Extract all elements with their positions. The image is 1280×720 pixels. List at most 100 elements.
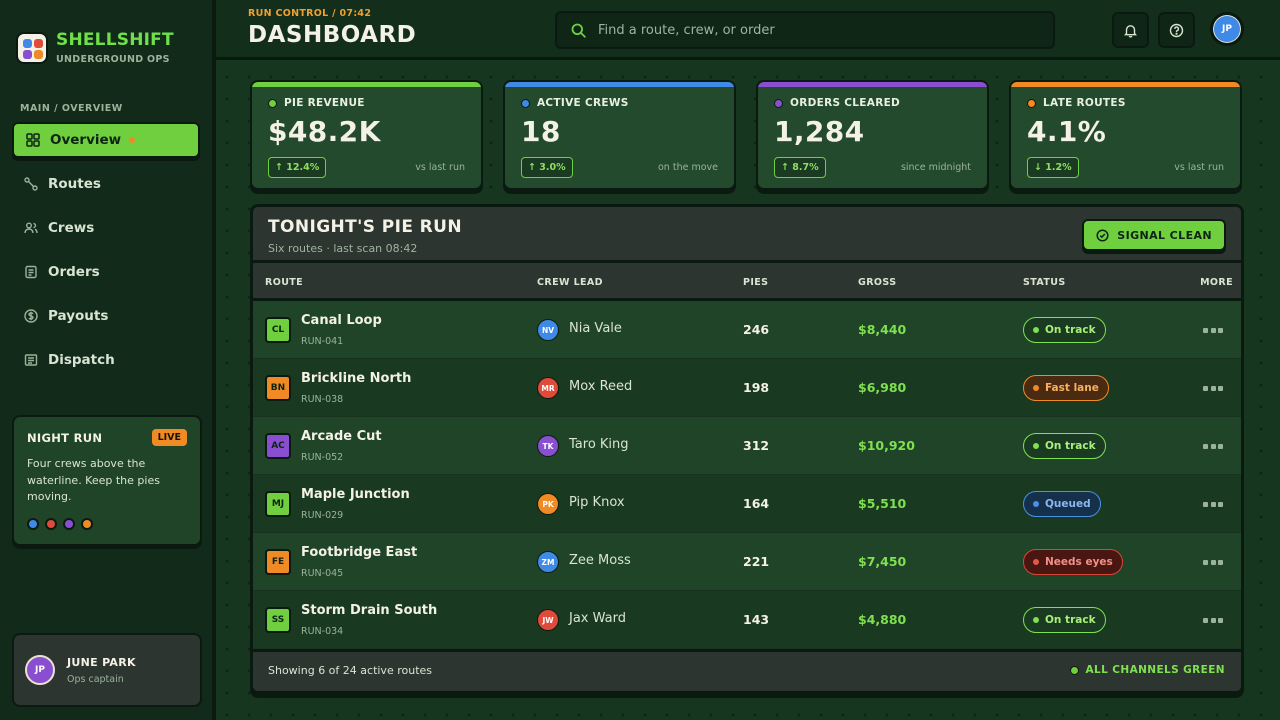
- more-options-icon[interactable]: [1203, 613, 1223, 627]
- user-name: JUNE PARK: [67, 655, 136, 669]
- bell-icon: [1124, 24, 1137, 38]
- panel-subtitle: Six routes · last scan 08:42: [268, 242, 418, 255]
- kpi-accent-bar: [1011, 82, 1240, 87]
- status-badge: On track: [1023, 607, 1106, 633]
- column-header-status[interactable]: STATUS: [1023, 277, 1066, 288]
- table-row[interactable]: FE Footbridge East RUN-045 ZM Zee Moss 221 $7,…: [253, 533, 1241, 591]
- crew-avatar: TK: [537, 435, 559, 457]
- kpi-accent-bar: [252, 82, 481, 87]
- check-circle-icon: [1096, 228, 1109, 242]
- status-dot-icon: [1033, 501, 1039, 507]
- kpi-card-active-crews: ACTIVE CREWS 18 ↑ 3.0% on the move: [503, 80, 736, 190]
- route-name[interactable]: Footbridge East: [301, 545, 417, 560]
- route-name[interactable]: Storm Drain South: [301, 603, 437, 618]
- kpi-value: $48.2K: [268, 115, 381, 148]
- kpi-label: ORDERS CLEARED: [790, 97, 901, 109]
- sidebar-item-overview[interactable]: Overview: [12, 122, 200, 158]
- crew-lead-name: Zee Moss: [569, 553, 631, 568]
- sidebar-item-label: Overview: [50, 132, 122, 148]
- kpi-note: vs last run: [1174, 162, 1224, 173]
- panel-header: TONIGHT'S PIE RUN Six routes · last scan…: [253, 207, 1241, 263]
- gross-value: $4,880: [858, 612, 907, 627]
- brand[interactable]: SHELLSHIFT UNDERGROUND OPS: [12, 0, 200, 65]
- kpi-label: LATE ROUTES: [1043, 97, 1126, 109]
- users-icon: [24, 221, 38, 235]
- status-dot-icon: [1033, 385, 1039, 391]
- table-row[interactable]: CL Canal Loop RUN-041 NV Nia Vale 246 $8,440 On…: [253, 301, 1241, 359]
- brand-logo-icon: [16, 31, 48, 64]
- route-code-badge: MJ: [265, 491, 291, 517]
- column-header-gross[interactable]: GROSS: [858, 277, 896, 288]
- crew-dot-icon: [81, 517, 93, 530]
- status-dot-icon: [1069, 665, 1079, 675]
- status-label: On track: [1045, 324, 1096, 336]
- sidebar-item-label: Dispatch: [48, 352, 115, 368]
- status-label: On track: [1045, 614, 1096, 626]
- kpi-value: 18: [521, 115, 561, 148]
- status-dot-icon: [1033, 443, 1039, 449]
- route-code-badge: SS: [265, 607, 291, 633]
- route-name[interactable]: Maple Junction: [301, 487, 410, 502]
- status-badge: Queued: [1023, 491, 1101, 517]
- column-header-pies[interactable]: PIES: [743, 277, 768, 288]
- help-icon: [1169, 23, 1184, 37]
- sidebar-item-dispatch[interactable]: Dispatch: [12, 342, 200, 378]
- signal-clean-button[interactable]: SIGNAL CLEAN: [1082, 219, 1226, 251]
- crew-avatar: MR: [537, 377, 559, 399]
- status-badge: Fast lane: [1023, 375, 1109, 401]
- column-header-route[interactable]: ROUTE: [265, 277, 303, 288]
- column-header-crew-lead[interactable]: CREW LEAD: [537, 277, 603, 288]
- live-badge: LIVE: [151, 429, 187, 446]
- status-label: Fast lane: [1045, 382, 1099, 394]
- more-options-icon[interactable]: [1203, 555, 1223, 569]
- user-card[interactable]: JP JUNE PARK Ops captain: [12, 633, 202, 707]
- sidebar-item-orders[interactable]: Orders: [12, 254, 200, 290]
- night-run-text: Four crews above the waterline. Keep the…: [27, 457, 160, 503]
- table-row[interactable]: BN Brickline North RUN-038 MR Mox Reed 198 $6,…: [253, 359, 1241, 417]
- topbar: RUN CONTROL / 07:42 DASHBOARD JP: [216, 0, 1280, 60]
- kpi-delta-badge: ↑ 3.0%: [521, 157, 573, 178]
- sidebar-item-payouts[interactable]: Payouts: [12, 298, 200, 334]
- more-options-icon[interactable]: [1203, 323, 1223, 337]
- route-icon: [24, 177, 38, 191]
- night-run-card: NIGHT RUN LIVE Four crews above the wate…: [12, 415, 202, 546]
- search-input[interactable]: [598, 22, 1018, 38]
- sidebar-item-routes[interactable]: Routes: [12, 166, 200, 202]
- more-options-icon[interactable]: [1203, 439, 1223, 453]
- sidebar-item-label: Orders: [48, 264, 100, 280]
- route-name[interactable]: Brickline North: [301, 371, 411, 386]
- table-row[interactable]: AC Arcade Cut RUN-052 TK Taro King 312 $10,920…: [253, 417, 1241, 475]
- table-row[interactable]: SS Storm Drain South RUN-034 JW Jax Ward 143 $…: [253, 591, 1241, 649]
- more-options-icon[interactable]: [1203, 497, 1223, 511]
- kpi-label: PIE REVENUE: [284, 97, 365, 109]
- kpi-note: since midnight: [900, 162, 971, 173]
- crew-avatar: ZM: [537, 551, 559, 573]
- search-bar[interactable]: [555, 11, 1055, 49]
- route-code-badge: BN: [265, 375, 291, 401]
- kpi-note: on the move: [658, 162, 718, 173]
- kpi-label: ACTIVE CREWS: [537, 97, 629, 109]
- more-options-icon[interactable]: [1203, 381, 1223, 395]
- route-code-badge: FE: [265, 549, 291, 575]
- pies-count: 312: [743, 438, 770, 453]
- status-label: Needs eyes: [1045, 556, 1113, 568]
- help-button[interactable]: [1158, 12, 1195, 48]
- main-content: RUN CONTROL / 07:42 DASHBOARD JP PIE REV…: [216, 0, 1280, 720]
- crew-avatar: NV: [537, 319, 559, 341]
- sidebar-item-crews[interactable]: Crews: [12, 210, 200, 246]
- user-role: Ops captain: [67, 673, 124, 685]
- status-badge: On track: [1023, 433, 1106, 459]
- active-dot-icon: [129, 137, 136, 143]
- table-row[interactable]: MJ Maple Junction RUN-029 PK Pip Knox 164 $5,5…: [253, 475, 1241, 533]
- crew-lead-name: Pip Knox: [569, 495, 625, 510]
- dollar-icon: [24, 309, 38, 323]
- kpi-accent-bar: [758, 82, 987, 87]
- gross-value: $7,450: [858, 554, 907, 569]
- notifications-button[interactable]: [1112, 12, 1149, 48]
- route-name[interactable]: Arcade Cut: [301, 429, 382, 444]
- crew-lead-name: Jax Ward: [569, 611, 626, 626]
- kpi-value: 4.1%: [1027, 115, 1107, 148]
- route-name[interactable]: Canal Loop: [301, 313, 382, 328]
- kpi-value: 1,284: [774, 115, 865, 148]
- profile-avatar[interactable]: JP: [1210, 12, 1244, 46]
